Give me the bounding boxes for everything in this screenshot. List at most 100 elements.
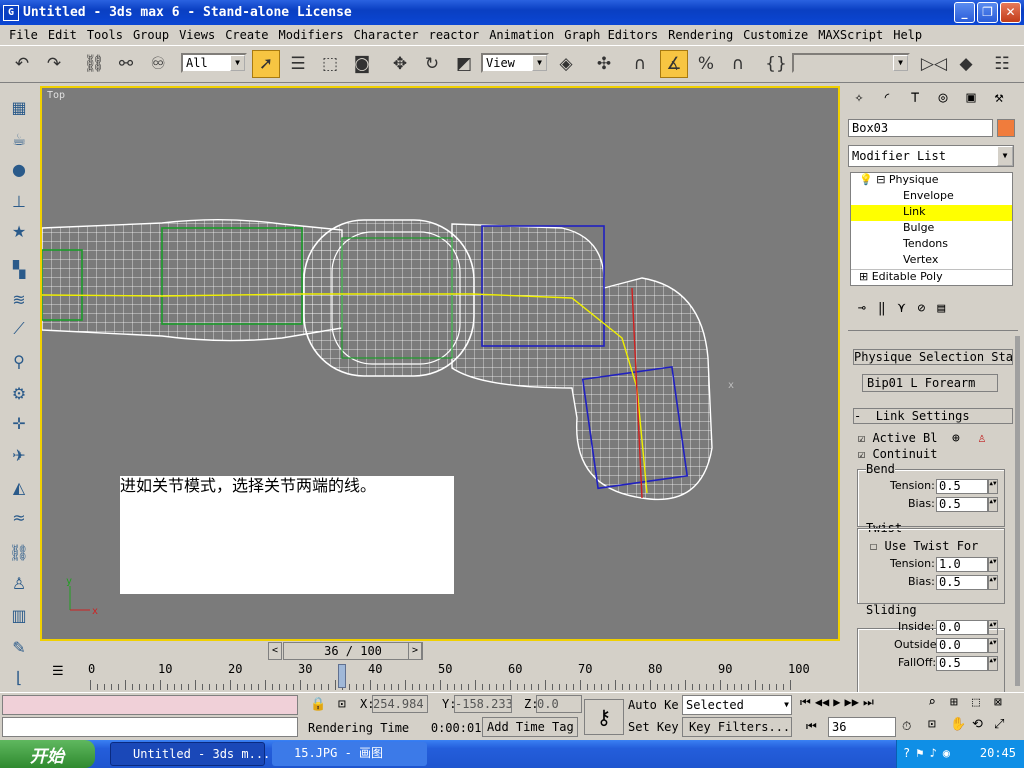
boot-icon[interactable]: ⌊: [5, 664, 33, 690]
percent-snap-icon[interactable]: %: [692, 50, 720, 78]
menu-edit[interactable]: Edit: [43, 28, 82, 42]
stack-item-tendons[interactable]: Tendons: [851, 237, 1012, 253]
select-and-link-icon[interactable]: ⛓: [80, 50, 108, 78]
rectangular-selection-icon[interactable]: ⬚: [316, 50, 344, 78]
spinner-arrows-icon[interactable]: ▲▼: [988, 479, 998, 494]
key-mode-dropdown[interactable]: Selected ▼: [682, 695, 792, 715]
prev-frame-button[interactable]: <: [268, 642, 282, 660]
go-to-end-icon[interactable]: ⏭: [863, 695, 874, 715]
maxscript-input-mini[interactable]: [2, 717, 298, 737]
biped-icon[interactable]: ♙: [5, 570, 33, 596]
minimize-button[interactable]: _: [954, 2, 975, 23]
select-object-icon[interactable]: ➚: [252, 50, 280, 78]
link-insert-icon[interactable]: ⊕: [952, 431, 960, 446]
menu-character[interactable]: Character: [349, 28, 424, 42]
star-icon[interactable]: ★: [5, 218, 33, 244]
help-icon[interactable]: ?: [903, 746, 910, 760]
stack-physique[interactable]: 💡 ⊟ Physique: [851, 173, 1012, 189]
key-icon[interactable]: ⚷: [584, 699, 624, 735]
teapot-icon[interactable]: ☕: [5, 126, 33, 152]
menu-file[interactable]: File: [4, 28, 43, 42]
close-button[interactable]: ✕: [1000, 2, 1021, 23]
window-crossing-icon[interactable]: ◙: [348, 50, 376, 78]
stack-editable-poly[interactable]: ⊞ Editable Poly: [851, 269, 1012, 285]
select-and-rotate-icon[interactable]: ↻: [418, 50, 446, 78]
modify-tab-icon[interactable]: ◜: [875, 88, 899, 112]
configure-sets-icon[interactable]: ▤: [937, 301, 945, 323]
menu-group[interactable]: Group: [128, 28, 174, 42]
rollout-area[interactable]: Physique Selection Status Bip01 L Forear…: [848, 330, 1018, 692]
show-end-result-icon[interactable]: ‖: [878, 301, 886, 323]
lock-selection-icon[interactable]: 🔒: [310, 697, 326, 712]
object-color-swatch[interactable]: [997, 119, 1015, 137]
named-selection-dropdown[interactable]: ▼: [792, 53, 910, 73]
motion-tab-icon[interactable]: ◎: [931, 88, 955, 112]
selection-filter-dropdown[interactable]: All ▼: [181, 53, 247, 73]
next-frame-icon[interactable]: ▶▶: [845, 695, 859, 715]
menu-customize[interactable]: Customize: [738, 28, 813, 42]
menu-help[interactable]: Help: [888, 28, 927, 42]
pan-icon[interactable]: ✋: [950, 717, 972, 739]
select-and-move-icon[interactable]: ✥: [386, 50, 414, 78]
pin-stack-icon[interactable]: ⊸: [858, 301, 866, 323]
taskbar-item-3dsmax[interactable]: Untitled - 3ds m...: [110, 742, 270, 766]
redo-icon[interactable]: ↷: [40, 50, 68, 78]
camera-icon[interactable]: ✈: [5, 442, 33, 468]
create-tab-icon[interactable]: ✧: [847, 88, 871, 112]
bind-space-warp-icon[interactable]: ♾: [144, 50, 172, 78]
mirror-icon[interactable]: ▷◁: [920, 50, 948, 78]
wave-icon[interactable]: ≈: [5, 504, 33, 530]
set-key-button[interactable]: Set Key: [628, 719, 679, 737]
continuity-checkbox[interactable]: ☑ Continuity: [858, 447, 938, 461]
spinner-snap-icon[interactable]: ∩: [724, 50, 752, 78]
patch-icon[interactable]: ▥: [5, 602, 33, 628]
paint-icon[interactable]: ✎: [5, 634, 33, 660]
play-icon[interactable]: ▶: [833, 695, 840, 715]
time-configuration-icon[interactable]: ⏱: [902, 719, 911, 734]
add-time-tag-button[interactable]: Add Time Tag: [482, 717, 578, 737]
menu-create[interactable]: Create: [220, 28, 273, 42]
use-twist-checkbox[interactable]: ☐ Use Twist For: [870, 539, 978, 553]
utilities-tab-icon[interactable]: ⚒: [987, 88, 1011, 112]
create-box-icon[interactable]: ▦: [5, 94, 33, 120]
rollout-scrollbar[interactable]: [1015, 336, 1020, 686]
undo-icon[interactable]: ↶: [8, 50, 36, 78]
network-icon[interactable]: ⚑: [916, 746, 923, 760]
key-filters-button[interactable]: Key Filters...: [682, 717, 792, 737]
maximize-viewport-icon[interactable]: ⤢: [994, 717, 1016, 739]
angle-snap-icon[interactable]: ∡: [660, 50, 688, 78]
link-icon[interactable]: ⛓: [5, 539, 33, 565]
twist-bias-spinner[interactable]: 0.5: [936, 575, 988, 590]
helix-icon[interactable]: ≋: [5, 286, 33, 312]
menu-animation[interactable]: Animation: [484, 28, 559, 42]
sliding-falloff-spinner[interactable]: 0.5: [936, 656, 988, 671]
menu-views[interactable]: Views: [174, 28, 220, 42]
zoom-region-icon[interactable]: ⊡: [928, 717, 950, 739]
sliding-outside-spinner[interactable]: 0.0: [936, 638, 988, 653]
coord-z-field[interactable]: 0.0: [536, 695, 582, 713]
stack-item-envelope[interactable]: Envelope: [851, 189, 1012, 205]
key-mode-toggle-icon[interactable]: ⏮: [806, 719, 817, 734]
figure-mode-icon[interactable]: ♙: [978, 431, 986, 446]
layer-manager-icon[interactable]: ☷: [988, 50, 1016, 78]
current-frame-field[interactable]: 36: [828, 717, 896, 737]
remove-modifier-icon[interactable]: ⊘: [917, 301, 925, 323]
spinner-arrows-icon[interactable]: ▲▼: [988, 557, 998, 572]
hierarchy-tab-icon[interactable]: ⊤: [903, 88, 927, 112]
gear-icon[interactable]: ⚙: [5, 380, 33, 406]
sphere-icon[interactable]: ●: [5, 156, 33, 182]
modifier-list-dropdown[interactable]: Modifier List ▼: [848, 145, 1014, 167]
twist-tension-spinner[interactable]: 1.0: [936, 557, 988, 572]
spinner-arrows-icon[interactable]: ▲▼: [988, 497, 998, 512]
spinner-arrows-icon[interactable]: ▲▼: [988, 638, 998, 653]
title-bar[interactable]: G Untitled - 3ds max 6 - Stand-alone Lic…: [0, 0, 1024, 25]
selection-status-header[interactable]: Physique Selection Status: [853, 349, 1013, 365]
frame-marker[interactable]: [338, 664, 346, 688]
auto-key-button[interactable]: Auto Key: [628, 697, 678, 715]
bend-bias-spinner[interactable]: 0.5: [936, 497, 988, 512]
menu-modifiers[interactable]: Modifiers: [274, 28, 349, 42]
active-blending-checkbox[interactable]: ☑ Active Blending: [858, 431, 938, 445]
track-bar-menu-icon[interactable]: ☰: [52, 664, 64, 679]
zoom-extents-icon[interactable]: ⬚: [972, 695, 994, 717]
next-frame-button[interactable]: >: [408, 642, 422, 660]
